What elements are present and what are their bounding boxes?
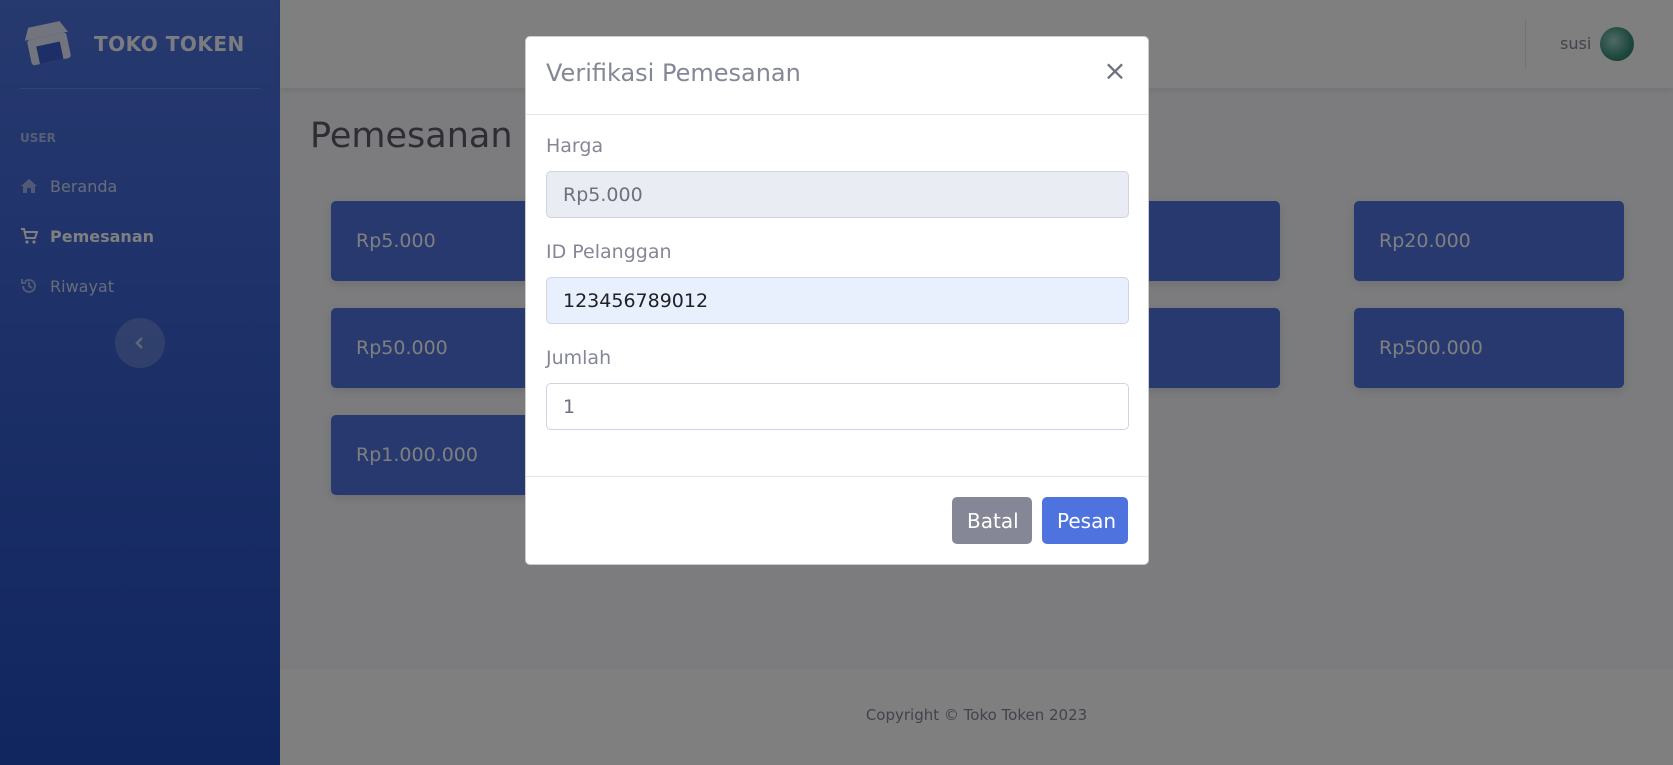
cancel-button[interactable]: Batal — [952, 497, 1032, 544]
modal-body: Harga ID Pelanggan Jumlah — [526, 115, 1148, 477]
submit-order-button[interactable]: Pesan — [1042, 497, 1128, 544]
harga-label: Harga — [546, 135, 604, 157]
jumlah-label: Jumlah — [546, 347, 612, 369]
id-pelanggan-field[interactable] — [546, 277, 1129, 324]
modal-footer: Batal Pesan — [526, 477, 1148, 565]
modal-title: Verifikasi Pemesanan — [546, 59, 801, 87]
close-icon[interactable]: × — [1100, 54, 1130, 87]
jumlah-field[interactable] — [546, 383, 1129, 430]
id-pelanggan-label: ID Pelanggan — [546, 241, 672, 263]
order-verification-modal: Verifikasi Pemesanan × Harga ID Pelangga… — [525, 36, 1149, 565]
modal-header: Verifikasi Pemesanan × — [526, 37, 1148, 115]
harga-field[interactable] — [546, 171, 1129, 218]
